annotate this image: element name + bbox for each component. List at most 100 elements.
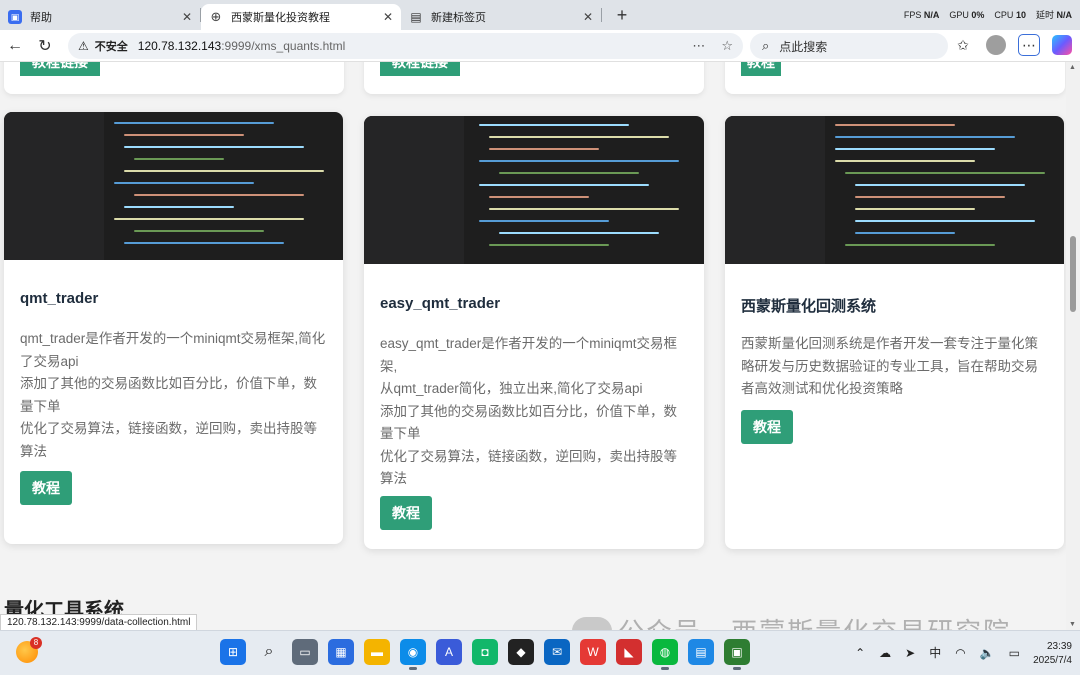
tab-help[interactable]: ▣ 帮助 ✕: [0, 4, 200, 30]
taskbar: 8 ⊞ ⌕ ▭ ▦ ▬ ◉ A ◘ ◆ ✉ W ◣ ◍ ▤ ▣ ⌃ ☁ ➤ 中 …: [0, 630, 1080, 675]
card-title: 西蒙斯量化回测系统: [741, 298, 877, 315]
favorites-icon[interactable]: ✩: [952, 34, 974, 56]
back-icon[interactable]: ←: [0, 37, 30, 55]
store-icon[interactable]: ▦: [328, 639, 354, 665]
card-description: easy_qmt_trader是作者开发的一个miniqmt交易框架, 从qmt…: [380, 333, 688, 491]
system-monitor: FPS N/A GPU 0% CPU 10 延时 N/A: [904, 8, 1072, 21]
close-icon[interactable]: ✕: [383, 10, 393, 24]
card-backtest-system: 西蒙斯量化回测系统 西蒙斯量化回测系统是作者开发一套专注于量化策略研发与历史数据…: [725, 116, 1064, 549]
weather-widget-icon[interactable]: 8: [16, 637, 42, 663]
trading-app-icon[interactable]: ▤: [688, 639, 714, 665]
tab-xms-tutorial[interactable]: ⊕ 西蒙斯量化投资教程 ✕: [201, 4, 401, 30]
mail-icon[interactable]: ✉: [544, 639, 570, 665]
card-description: 西蒙斯量化回测系统是作者开发一套专注于量化策略研发与历史数据验证的专业工具，旨在…: [741, 333, 1048, 401]
code-screenshot: [4, 112, 343, 260]
cube-app-icon[interactable]: ◆: [508, 639, 534, 665]
scrollbar-thumb[interactable]: [1070, 236, 1076, 312]
task-view-icon[interactable]: ▭: [292, 639, 318, 665]
reload-icon[interactable]: ↻: [30, 36, 60, 56]
clock[interactable]: 23:39 2025/7/4: [1033, 640, 1072, 668]
new-tab-button[interactable]: +: [608, 5, 636, 26]
fps-value: N/A: [923, 9, 940, 20]
card-qmt-trader: qmt_trader qmt_trader是作者开发的一个miniqmt交易框架…: [4, 112, 343, 544]
desc-line: 西蒙斯量化回测系统是作者开发一套专注于量化策略研发与历史数据验证的专业工具，旨在…: [741, 336, 1038, 396]
tutorial-link-button[interactable]: 教程链接: [380, 62, 460, 76]
copilot-icon[interactable]: [1052, 35, 1072, 55]
fps-label: FPS: [903, 9, 922, 20]
help-app-icon: ▣: [8, 10, 22, 24]
search-icon: ⌕: [762, 38, 770, 53]
desc-line: 优化了交易算法，链接函数，逆回购，卖出持股等算法: [20, 421, 317, 459]
wifi-icon[interactable]: ◠: [955, 646, 965, 660]
tutorial-button[interactable]: 教程: [741, 62, 781, 76]
more-options-icon[interactable]: ⋯: [692, 38, 705, 54]
close-icon[interactable]: ✕: [583, 10, 593, 24]
cloud-off-icon[interactable]: ☁: [879, 646, 891, 660]
latency-label: 延时: [1035, 10, 1054, 20]
card-title: qmt_trader: [20, 290, 99, 307]
search-input[interactable]: ⌕ 点此搜索: [750, 33, 948, 59]
tutorial-button[interactable]: 教程: [20, 471, 72, 505]
terminal-app-icon[interactable]: ▣: [724, 639, 750, 670]
top-card: 教程链接: [4, 62, 344, 94]
url-path: :9999/xms_quants.html: [221, 39, 346, 53]
close-icon[interactable]: ✕: [182, 10, 192, 24]
address-bar[interactable]: ⚠ 不安全 120.78.132.143:9999/xms_quants.htm…: [68, 33, 743, 59]
star-icon[interactable]: ☆: [721, 38, 733, 54]
tab-bar: ▣ 帮助 ✕ ⊕ 西蒙斯量化投资教程 ✕ ▤ 新建标签页 ✕ + FPS N/A…: [0, 0, 1080, 30]
desc-line: 添加了其他的交易函数比如百分比，价值下单，数量下单: [20, 376, 317, 414]
ime-indicator[interactable]: 中: [929, 644, 941, 661]
chevron-up-icon[interactable]: ⌃: [855, 646, 865, 660]
clock-date: 2025/7/4: [1033, 655, 1072, 666]
tab-new-tab[interactable]: ▤ 新建标签页 ✕: [401, 4, 601, 30]
tutorial-button[interactable]: 教程: [380, 496, 432, 530]
gpu-label: GPU: [949, 9, 969, 20]
newtab-icon: ▤: [410, 10, 422, 24]
desc-line: easy_qmt_trader是作者开发的一个miniqmt交易框架,: [380, 336, 678, 374]
notification-badge: 8: [30, 637, 42, 649]
tab-title: 新建标签页: [431, 12, 486, 24]
page-scrollbar[interactable]: ▲ ▼: [1066, 62, 1080, 630]
gpu-value: 0%: [971, 9, 985, 20]
tutorial-button[interactable]: 教程: [741, 410, 793, 444]
ai-app-icon[interactable]: A: [436, 639, 462, 665]
top-card: 教程: [725, 62, 1065, 94]
file-explorer-icon[interactable]: ▬: [364, 639, 390, 665]
battery-icon[interactable]: ▭: [1009, 646, 1020, 660]
shopping-bag-icon[interactable]: ◘: [472, 639, 498, 665]
desc-line: 添加了其他的交易函数比如百分比，价值下单，数量下单: [380, 403, 677, 442]
search-icon[interactable]: ⌕: [256, 639, 282, 665]
menu-icon[interactable]: ⋯: [1018, 34, 1040, 56]
cpu-value: 10: [1015, 9, 1026, 20]
code-screenshot: [364, 116, 704, 264]
tab-separator: [601, 8, 602, 22]
red-app-icon[interactable]: ◣: [616, 639, 642, 665]
cpu-label: CPU: [994, 9, 1014, 20]
latency-value: N/A: [1056, 10, 1073, 20]
windows-start-icon[interactable]: ⊞: [220, 639, 246, 665]
desc-line: 优化了交易算法，链接函数，逆回购，卖出持股等算法: [380, 448, 677, 487]
scroll-up-icon[interactable]: ▲: [1069, 64, 1076, 71]
edge-icon[interactable]: ◉: [400, 639, 426, 670]
scroll-down-icon[interactable]: ▼: [1069, 621, 1076, 628]
wechat-icon[interactable]: ◍: [652, 639, 678, 670]
card-easy-qmt-trader: easy_qmt_trader easy_qmt_trader是作者开发的一个m…: [364, 116, 704, 549]
code-screenshot: [725, 116, 1064, 264]
page-content: 教程链接 教程链接 教程 qmt_trader qmt_trader是作者开发的…: [0, 62, 1066, 630]
location-icon[interactable]: ➤: [905, 646, 915, 660]
tab-title: 帮助: [30, 12, 52, 24]
clock-time: 23:39: [1046, 641, 1072, 652]
tutorial-link-button[interactable]: 教程链接: [20, 62, 100, 76]
wps-icon[interactable]: W: [580, 639, 606, 665]
desc-line: 从qmt_trader简化，独立出来,简化了交易api: [380, 381, 643, 396]
address-toolbar: ← ↻ ⚠ 不安全 120.78.132.143:9999/xms_quants…: [0, 30, 1080, 62]
avatar[interactable]: [986, 35, 1006, 55]
url-host: 120.78.132.143: [137, 39, 222, 53]
tab-title: 西蒙斯量化投资教程: [231, 12, 330, 24]
card-description: qmt_trader是作者开发的一个miniqmt交易框架,简化了交易api 添…: [20, 328, 327, 463]
not-secure-label: 不安全: [94, 41, 128, 53]
warning-icon: ⚠: [78, 39, 89, 53]
top-card: 教程链接: [364, 62, 704, 94]
volume-icon[interactable]: 🔈: [980, 646, 995, 660]
card-title: easy_qmt_trader: [380, 295, 501, 312]
